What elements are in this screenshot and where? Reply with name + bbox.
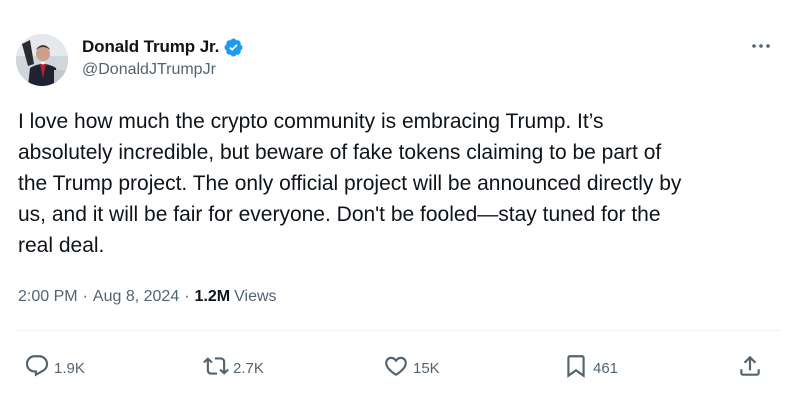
divider [16, 330, 781, 331]
author-names: Donald Trump Jr. @DonaldJTrumpJr [82, 35, 244, 79]
bookmark-count: 461 [593, 359, 619, 377]
verified-badge-icon[interactable] [223, 37, 244, 58]
tweet-date[interactable]: Aug 8, 2024 [93, 288, 179, 306]
repost-count: 2.7K [233, 359, 264, 377]
tweet-header: Donald Trump Jr. @DonaldJTrumpJr [16, 34, 781, 86]
tweet-time[interactable]: 2:00 PM [18, 288, 78, 306]
like-count: 15K [413, 359, 440, 377]
meta-separator: · [82, 288, 88, 305]
reply-button[interactable]: 1.9K [24, 348, 85, 388]
repost-button[interactable]: 2.7K [203, 348, 264, 388]
share-icon [737, 353, 763, 384]
heart-icon [383, 353, 409, 384]
bookmark-button[interactable]: 461 [563, 348, 618, 388]
reply-count: 1.9K [54, 359, 85, 377]
more-options-icon[interactable] [749, 36, 773, 56]
repost-icon [203, 353, 229, 384]
tweet-card: Donald Trump Jr. @DonaldJTrumpJr I love … [0, 0, 797, 405]
views-count[interactable]: 1.2M [195, 288, 231, 306]
meta-separator: · [184, 288, 190, 305]
share-button[interactable] [737, 348, 763, 388]
bookmark-icon [563, 353, 589, 384]
tweet-text: I love how much the crypto community is … [18, 110, 682, 257]
handle[interactable]: @DonaldJTrumpJr [82, 61, 244, 79]
views-label: Views [234, 288, 277, 305]
name-row: Donald Trump Jr. [82, 35, 244, 59]
like-button[interactable]: 15K [383, 348, 440, 388]
avatar[interactable] [16, 34, 68, 86]
reply-icon [24, 353, 50, 384]
tweet-meta: 2:00 PM · Aug 8, 2024 · 1.2M Views [18, 288, 277, 306]
display-name[interactable]: Donald Trump Jr. [82, 37, 219, 57]
action-bar: 1.9K 2.7K 15K 461 [0, 348, 797, 388]
